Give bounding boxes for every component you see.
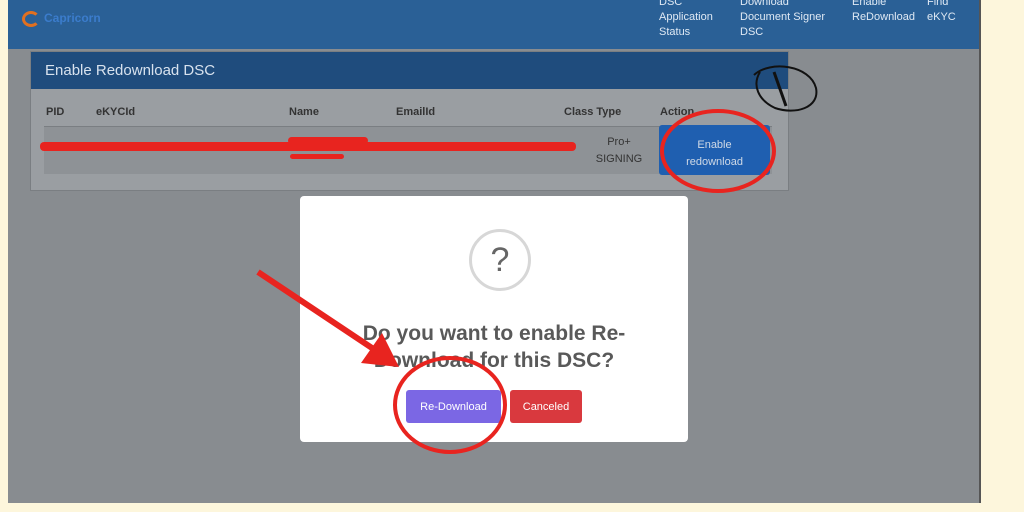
- annotation-arrow: [256, 269, 374, 351]
- highlight-circle: [660, 109, 776, 193]
- annotation-step-number: [772, 71, 788, 107]
- arrow-head: [361, 333, 399, 367]
- annotation-overlay: [256, 65, 818, 454]
- highlight-circle: [393, 356, 507, 454]
